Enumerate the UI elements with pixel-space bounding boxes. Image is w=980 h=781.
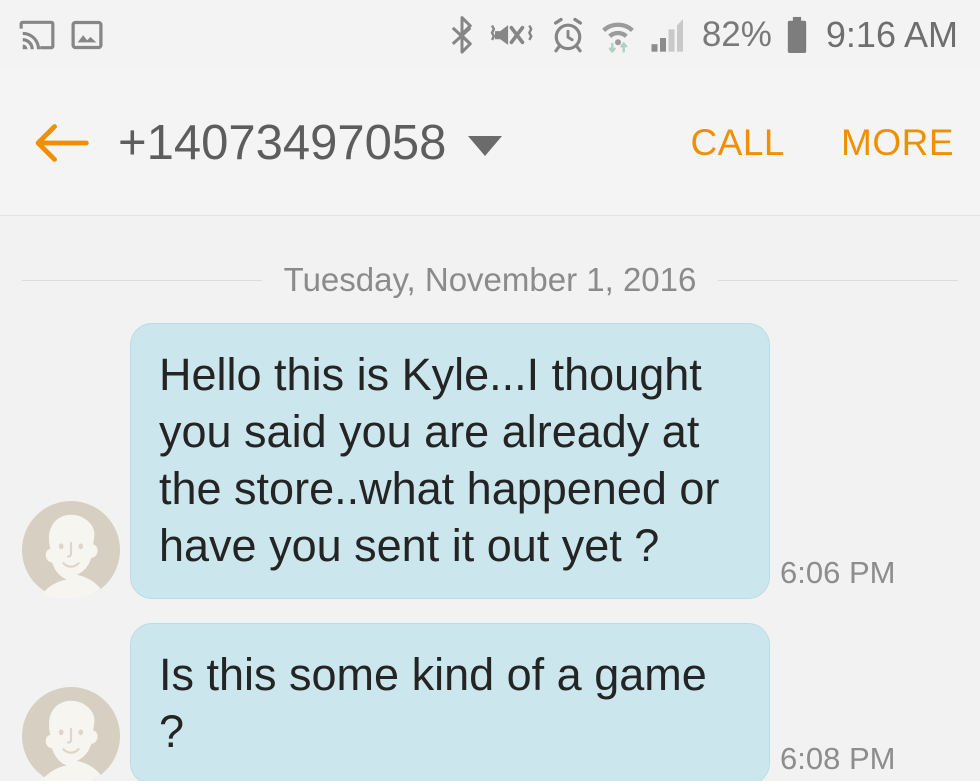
back-arrow-icon[interactable] (34, 115, 90, 171)
message-bubble[interactable]: Hello this is Kyle...I thought you said … (130, 323, 770, 599)
status-bar-left-icons (18, 16, 104, 54)
message-timestamp: 6:08 PM (780, 741, 896, 776)
wifi-data-icon (600, 16, 636, 54)
battery-icon (785, 16, 809, 54)
chevron-down-icon[interactable] (468, 135, 503, 156)
message-bubble-group: Is this some kind of a game ? 6:08 PM (130, 623, 895, 781)
date-divider-line-right (718, 279, 959, 281)
battery-percent-label: 82% (701, 15, 772, 54)
messaging-app-screen: 82% 9:16 AM +14073497058 CALL MORE Tuesd… (0, 0, 980, 781)
alarm-clock-icon (549, 16, 587, 54)
contact-title-group[interactable]: +14073497058 (118, 115, 503, 171)
message-timestamp: 6:06 PM (780, 555, 896, 590)
date-divider-label: Tuesday, November 1, 2016 (283, 261, 697, 298)
bluetooth-icon (447, 16, 477, 54)
status-bar-right-icons: 82% 9:16 AM (447, 14, 958, 56)
date-divider-line-left (22, 279, 262, 281)
call-button[interactable]: CALL (690, 122, 785, 164)
cast-icon (18, 16, 56, 54)
more-button[interactable]: MORE (841, 122, 954, 164)
status-bar: 82% 9:16 AM (0, 0, 980, 70)
signal-bars-icon (649, 16, 689, 54)
app-bar: +14073497058 CALL MORE (0, 70, 980, 216)
avatar (22, 501, 120, 600)
message-text: Is this some kind of a game ? (159, 649, 720, 757)
page-title: +14073497058 (118, 115, 447, 170)
message-bubble-group: Hello this is Kyle...I thought you said … (130, 323, 895, 599)
date-divider: Tuesday, November 1, 2016 (0, 217, 980, 299)
app-bar-actions: CALL MORE (690, 122, 954, 164)
mute-vibrate-icon (490, 17, 536, 53)
message-row: Hello this is Kyle...I thought you said … (0, 323, 980, 600)
screenshot-image-icon (70, 18, 104, 52)
message-bubble[interactable]: Is this some kind of a game ? (130, 623, 770, 781)
message-text: Hello this is Kyle...I thought you said … (159, 349, 732, 571)
message-thread[interactable]: Tuesday, November 1, 2016 Hello this is … (0, 217, 980, 781)
message-row: Is this some kind of a game ? 6:08 PM (0, 623, 980, 781)
avatar (22, 687, 120, 781)
status-bar-clock: 9:16 AM (825, 14, 958, 55)
